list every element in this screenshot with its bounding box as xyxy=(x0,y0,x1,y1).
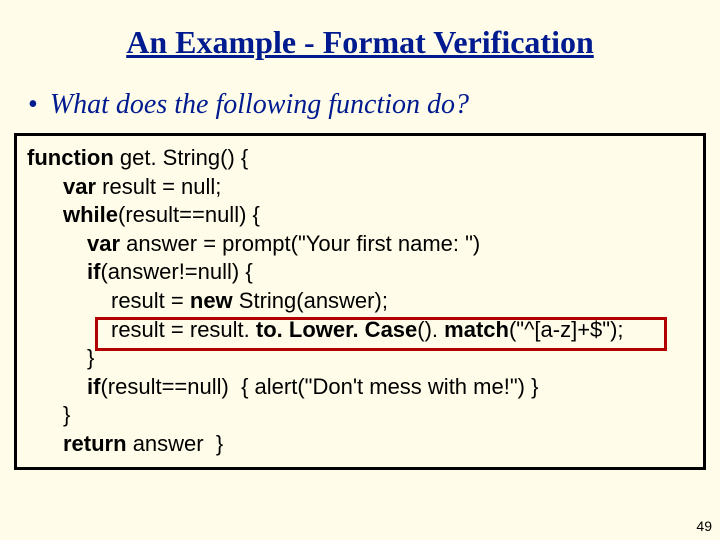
code-line: while(result==null) { xyxy=(27,201,693,230)
page-number: 49 xyxy=(696,518,712,534)
slide-title: An Example - Format Verification xyxy=(0,0,720,61)
code-line: } xyxy=(27,401,693,430)
code-line: } xyxy=(27,344,693,373)
code-block: function get. String() { var result = nu… xyxy=(14,133,706,470)
bullet-text: What does the following function do? xyxy=(50,89,469,121)
code-line: result = result. to. Lower. Case(). matc… xyxy=(27,316,693,345)
code-line: return answer } xyxy=(27,430,693,459)
bullet-item: • What does the following function do? xyxy=(0,61,720,133)
code-line: result = new String(answer); xyxy=(27,287,693,316)
code-line: function get. String() { xyxy=(27,144,693,173)
code-line: if(answer!=null) { xyxy=(27,258,693,287)
code-line: if(result==null) { alert("Don't mess wit… xyxy=(27,373,693,402)
code-line: var answer = prompt("Your first name: ") xyxy=(27,230,693,259)
bullet-marker: • xyxy=(28,89,38,121)
code-line: var result = null; xyxy=(27,173,693,202)
